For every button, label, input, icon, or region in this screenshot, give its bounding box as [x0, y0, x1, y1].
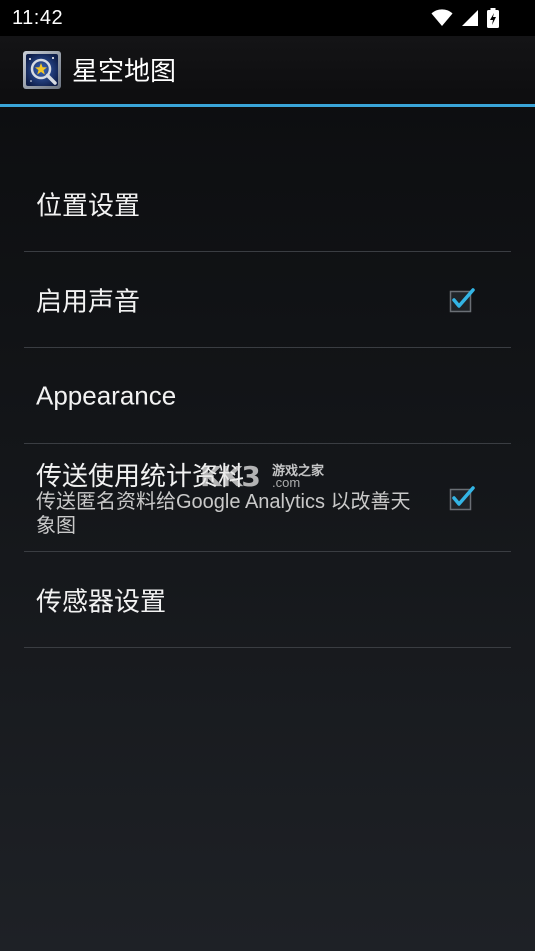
pref-title: 传感器设置: [36, 586, 167, 616]
pref-title: 启用声音: [36, 286, 141, 316]
status-icons: [431, 7, 499, 29]
pref-summary: 传送匿名资料给Google Analytics 以改善天象图: [36, 491, 411, 537]
pref-title: 位置设置: [36, 190, 141, 220]
enable-sound-checkbox[interactable]: [449, 287, 475, 313]
pref-send-usage-stats[interactable]: 传送使用统计资料 传送匿名资料给Google Analytics 以改善天象图: [24, 444, 511, 552]
cellular-signal-icon: [461, 9, 479, 27]
pref-title: 传送使用统计资料: [36, 461, 245, 491]
pref-location-settings[interactable]: 位置设置: [24, 156, 511, 252]
pref-appearance[interactable]: Appearance: [24, 348, 511, 444]
send-usage-stats-checkbox[interactable]: [449, 485, 475, 511]
pref-sensor-settings[interactable]: 传感器设置: [24, 552, 511, 648]
sky-map-app-icon[interactable]: [22, 50, 62, 90]
preference-list: 位置设置 启用声音 Appearance 传送使用统计资料 传送匿名资料给Goo…: [24, 156, 511, 648]
app-title: 星空地图: [72, 56, 177, 86]
pref-enable-sound[interactable]: 启用声音: [24, 252, 511, 348]
status-bar: 11:42: [0, 0, 535, 36]
wifi-icon: [431, 9, 453, 27]
battery-charging-icon: [487, 8, 499, 28]
action-bar: 星空地图: [0, 36, 535, 107]
pref-title: Appearance: [36, 380, 177, 410]
status-time: 11:42: [12, 7, 64, 29]
